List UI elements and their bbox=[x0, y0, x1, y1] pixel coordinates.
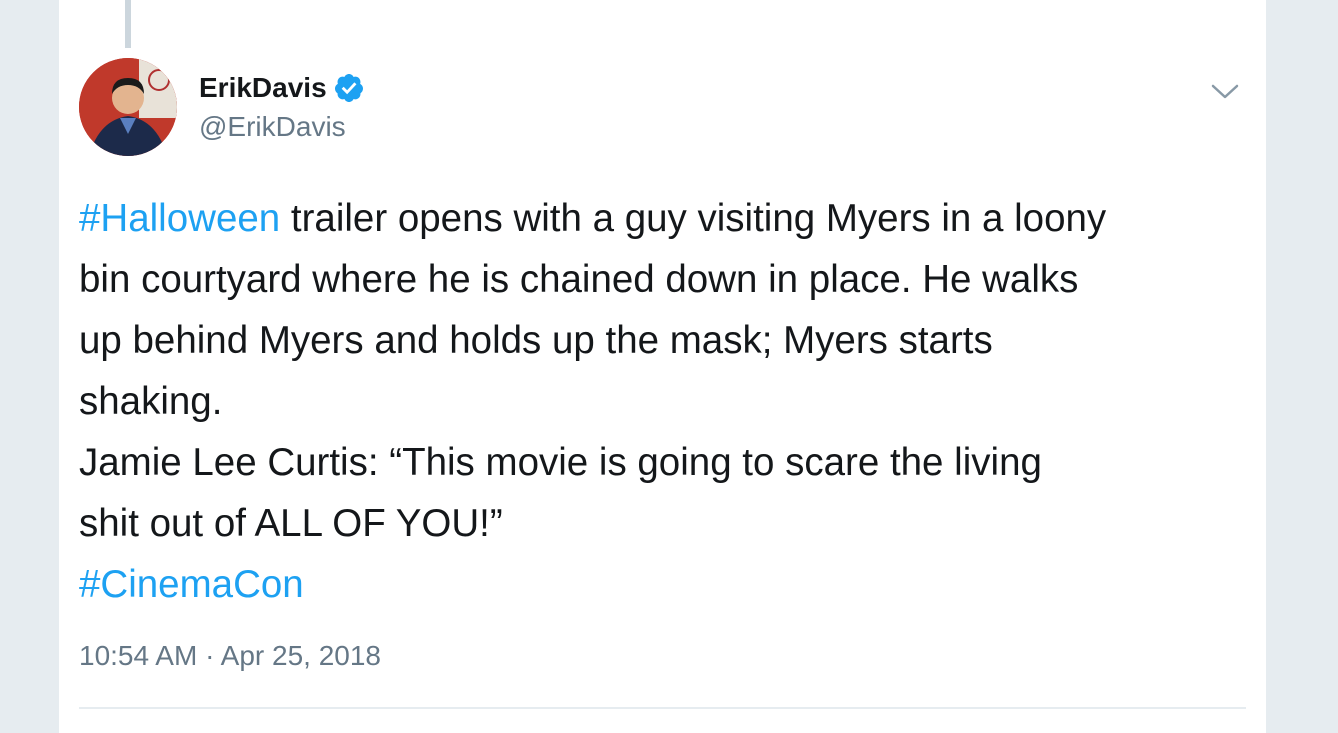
tweet-timestamp[interactable]: 10:54 AM · Apr 25, 2018 bbox=[79, 640, 381, 672]
tweet-line: up behind Myers and holds up the mask; M… bbox=[79, 319, 993, 362]
tweet-line: #Halloween trailer opens with a guy visi… bbox=[79, 188, 1254, 249]
tweet-card: ErikDavis @ErikDavis #Halloween trailer … bbox=[59, 0, 1266, 733]
hashtag-link[interactable]: #Halloween bbox=[79, 197, 280, 240]
tweet-line: bin courtyard where he is chained down i… bbox=[79, 258, 1079, 301]
thread-connector-line bbox=[125, 0, 131, 48]
divider bbox=[79, 707, 1246, 709]
tweet-line: #CinemaCon bbox=[79, 554, 1254, 615]
author-handle[interactable]: @ErikDavis bbox=[199, 111, 346, 143]
verified-badge-icon bbox=[333, 72, 365, 104]
tweet-line: Jamie Lee Curtis: “This movie is going t… bbox=[79, 441, 1042, 484]
hashtag-link[interactable]: #CinemaCon bbox=[79, 563, 304, 606]
tweet-line: shit out of ALL OF YOU!” bbox=[79, 502, 503, 545]
tweet-line: shaking. bbox=[79, 380, 223, 423]
tweet-text: #Halloween trailer opens with a guy visi… bbox=[79, 188, 1254, 615]
author-display-name[interactable]: ErikDavis bbox=[199, 72, 365, 104]
chevron-down-icon[interactable] bbox=[1207, 76, 1243, 106]
tweet-text-segment: trailer opens with a guy visiting Myers … bbox=[280, 197, 1107, 240]
avatar[interactable] bbox=[79, 58, 177, 156]
author-name-text[interactable]: ErikDavis bbox=[199, 72, 327, 104]
